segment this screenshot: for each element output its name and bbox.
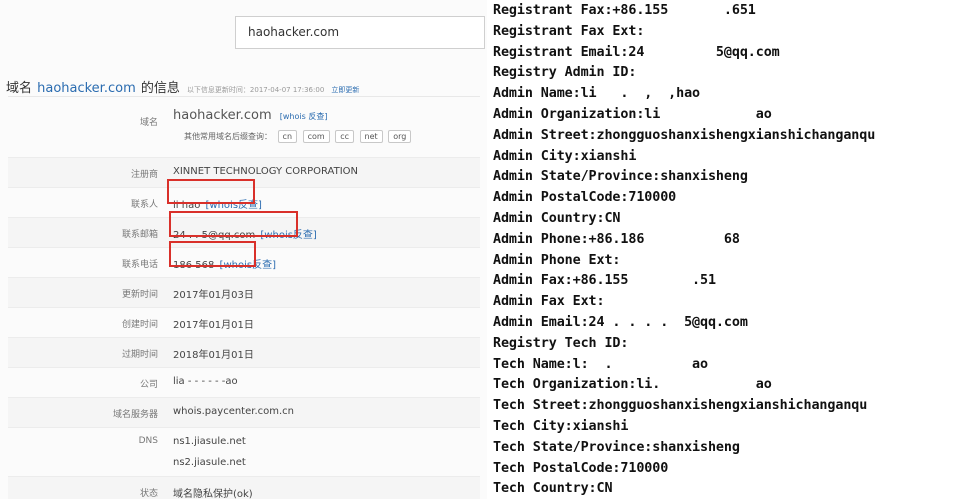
row-value-dns-server: whois.paycenter.com.cn: [173, 406, 295, 417]
domain-info-title: 域名 haohacker.com 的信息 以下信息更新时间：2017-04-07…: [6, 77, 359, 96]
other-suffix-row: 其他常用域名后缀查询： cn com cc net org: [184, 130, 412, 143]
suffix-tag-org[interactable]: org: [388, 130, 412, 143]
row-label: 联系电话: [121, 260, 158, 270]
terminal-line: Tech City:xianshi: [493, 419, 629, 434]
refresh-now-link[interactable]: 立即更新: [331, 86, 359, 94]
terminal-line: Admin Email:24 . . . . 5@qq.com: [493, 315, 748, 330]
title-domain-label: 域名: [6, 81, 33, 96]
terminal-line: Admin State/Province:shanxisheng: [493, 169, 748, 185]
terminal-line: Tech Name:l: . ao: [493, 356, 708, 372]
terminal-line: Tech PostalCode:710000: [493, 460, 669, 476]
row-value-status: 域名隐私保护(ok): [173, 489, 253, 499]
highlight-box-phone: [169, 241, 256, 267]
row-value-created: 2017年01月01日: [173, 320, 254, 331]
row-label: 创建时间: [121, 320, 158, 330]
terminal-line: Admin Fax:+86.155 .51: [493, 273, 716, 289]
row-value-dns-1: ns1.jiasule.net: [173, 436, 246, 447]
row-label: 联系人: [130, 200, 158, 210]
terminal-line: Tech Organization:li. ao: [493, 377, 772, 393]
terminal-line: Admin Phone Ext:: [493, 252, 621, 268]
terminal-line: Admin Street:zhongguoshanxishengxianshic…: [493, 127, 876, 143]
terminal-line: Admin PostalCode:710000: [493, 190, 677, 206]
row-label: 注册商: [130, 170, 158, 180]
terminal-line: Tech State/Province:shanxisheng: [493, 439, 740, 455]
suffix-tag-cn[interactable]: cn: [277, 130, 298, 143]
terminal-line: Tech Country:CN: [493, 481, 613, 497]
table-row-domain: 域名 haohacker.com [whois 反查] 其他常用域名后缀查询： …: [8, 97, 480, 158]
table-row-created: 创建时间 2017年01月01日: [8, 308, 480, 338]
terminal-line: Registrant Email:24 5@qq.com: [493, 44, 780, 60]
row-value-company: lia - - - - - -ao: [173, 376, 238, 387]
row-label: 过期时间: [121, 350, 158, 360]
terminal-line: Registrant Fax:+86.155 .651: [493, 3, 756, 18]
row-value-dns-2: ns2.jiasule.net: [173, 457, 246, 468]
whois-info-table: 域名 haohacker.com [whois 反查] 其他常用域名后缀查询： …: [8, 96, 480, 499]
suffix-hint: 其他常用域名后缀查询：: [184, 132, 272, 141]
row-label: 更新时间: [121, 290, 158, 300]
terminal-line: Admin Country:CN: [493, 211, 621, 226]
suffix-tag-com[interactable]: com: [302, 130, 330, 143]
row-value-expires: 2018年01月01日: [173, 350, 254, 361]
domain-name-text: haohacker.com: [173, 108, 272, 123]
terminal-line: Admin Fax Ext:: [493, 294, 605, 310]
row-label: 公司: [139, 380, 158, 390]
terminal-line: Registrant Fax Ext:: [493, 23, 645, 39]
table-row-dns: DNS ns1.jiasule.net ns2.jiasule.net: [8, 428, 480, 477]
terminal-line: Admin Organization:li ao: [493, 107, 772, 122]
terminal-line: Tech Street:zhongguoshanxishengxianshich…: [493, 398, 868, 414]
row-label: 域名: [139, 118, 158, 128]
suffix-tag-cc[interactable]: cc: [335, 130, 354, 143]
row-label: DNS: [138, 436, 158, 446]
whois-reverse-link[interactable]: [whois 反查]: [280, 112, 328, 121]
update-time-text: 以下信息更新时间：2017-04-07 17:36:00: [186, 86, 325, 94]
highlight-box-email: [169, 211, 298, 237]
title-domain-name[interactable]: haohacker.com: [37, 81, 136, 96]
terminal-line: Admin Phone:+86.186 68: [493, 231, 740, 247]
row-label: 状态: [139, 489, 158, 499]
domain-search-input[interactable]: haohacker.com: [235, 16, 485, 49]
terminal-output-panel: Registrant Fax:+86.155 .651 Registrant Fa…: [487, 0, 957, 499]
title-suffix: 的信息: [140, 81, 180, 96]
table-row-updated: 更新时间 2017年01月03日: [8, 278, 480, 308]
row-value-updated: 2017年01月03日: [173, 290, 254, 301]
search-input-value: haohacker.com: [248, 25, 340, 39]
terminal-line: Admin City:xianshi: [493, 148, 637, 164]
table-row-status: 状态 域名隐私保护(ok): [8, 477, 480, 499]
table-row-company: 公司 lia - - - - - -ao: [8, 368, 480, 398]
row-label: 域名服务器: [112, 410, 158, 420]
row-value-domain: haohacker.com [whois 反查]: [173, 108, 327, 123]
screenshot-canvas: haohacker.com 域名 haohacker.com 的信息 以下信息更…: [0, 0, 957, 499]
table-row-dns-server: 域名服务器 whois.paycenter.com.cn: [8, 398, 480, 428]
terminal-line: Registry Admin ID:: [493, 65, 637, 81]
whois-web-panel: haohacker.com 域名 haohacker.com 的信息 以下信息更…: [0, 0, 500, 499]
suffix-tag-net[interactable]: net: [359, 130, 383, 143]
terminal-line: Admin Name:li . , ,hao: [493, 86, 701, 102]
table-row-expires: 过期时间 2018年01月01日: [8, 338, 480, 368]
row-label: 联系邮箱: [121, 230, 158, 240]
highlight-box-contact: [167, 179, 255, 204]
terminal-line: Registry Tech ID:: [493, 335, 629, 351]
row-value-registrar: XINNET TECHNOLOGY CORPORATION: [173, 166, 358, 177]
